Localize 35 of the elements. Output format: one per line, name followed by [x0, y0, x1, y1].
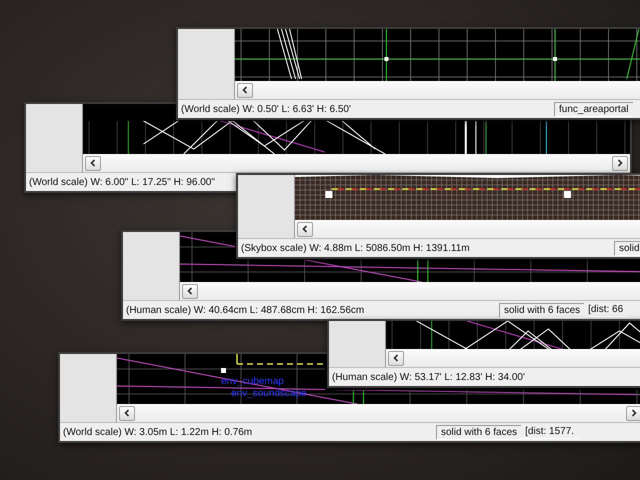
scroll-left-button[interactable] [85, 156, 101, 170]
status-field: solid with 6 faces [499, 302, 584, 318]
status-field: solid [614, 240, 640, 256]
status-text: (Skybox scale) W: 4.88m L: 5086.50m H: 1391.11m [241, 242, 471, 254]
status-text: (Human scale) W: 53.17' L: 12.83' H: 34.00' [332, 372, 526, 382]
scroll-left-button[interactable] [388, 350, 404, 366]
chevron-left-icon [392, 354, 400, 362]
chevron-right-icon [616, 159, 624, 167]
entity-label: env_soundscape [231, 388, 307, 399]
scrollbar[interactable] [235, 81, 640, 99]
status-field: [dist: 1577. [521, 425, 578, 439]
chevron-left-icon [241, 86, 249, 94]
chevron-left-icon [123, 409, 131, 417]
chevron-left-icon [89, 159, 97, 167]
scroll-left-button[interactable] [297, 222, 313, 236]
scrollbar[interactable] [386, 349, 640, 367]
status-field: func_areaportal [554, 102, 632, 116]
status-text: (World scale) W: 3.05m L: 1.22m H: 0.76m [63, 426, 254, 438]
chevron-left-icon [186, 287, 194, 295]
scroll-right-button[interactable] [626, 406, 640, 420]
scrollbar[interactable] [117, 404, 640, 422]
status-text: (World scale) W: 0.50' L: 6.63' H: 6.50' [181, 104, 352, 114]
chevron-left-icon [301, 225, 309, 233]
status-text: (Human scale) W: 40.64cm L: 487.68cm H: 162.56cm [126, 304, 366, 316]
scrollbar[interactable] [83, 154, 630, 172]
status-field: solid with 6 faces [436, 424, 522, 440]
scroll-right-button[interactable] [612, 156, 628, 170]
status-field: [dist: 66 [584, 303, 628, 317]
scroll-left-button[interactable] [182, 284, 198, 298]
scroll-left-button[interactable] [119, 406, 135, 420]
status-text: (World scale) W: 6.00" L: 17.25" H: 96.00" [29, 176, 216, 188]
scrollbar[interactable] [295, 220, 640, 238]
scroll-left-button[interactable] [237, 82, 253, 98]
scrollbar[interactable] [180, 282, 640, 300]
chevron-right-icon [630, 409, 638, 417]
